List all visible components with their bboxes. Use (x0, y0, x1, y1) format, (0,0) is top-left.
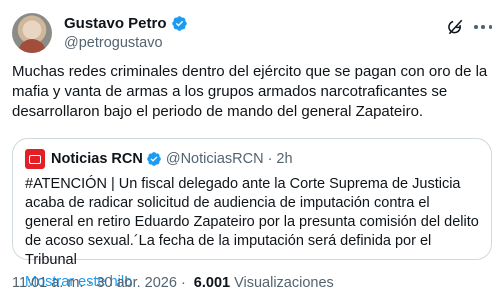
tweet-card: Gustavo Petro @petrogustavo Muchas redes… (0, 0, 504, 308)
avatar[interactable] (12, 13, 52, 53)
quoted-timestamp[interactable]: 2h (276, 151, 292, 167)
author-display-name[interactable]: Gustavo Petro (64, 15, 167, 32)
tweet-meta: 11:01 a. m. · 30 abr. 2026 · 6.001 Visua… (12, 275, 334, 291)
tweet-header: Gustavo Petro @petrogustavo (12, 11, 492, 53)
verified-badge-icon (147, 152, 161, 166)
more-dot (481, 25, 485, 29)
display-name-row: Gustavo Petro (64, 14, 188, 32)
quoted-avatar[interactable] (25, 149, 45, 169)
author-names: Gustavo Petro @petrogustavo (64, 14, 188, 51)
quoted-display-name[interactable]: Noticias RCN (51, 151, 143, 167)
more-dot (488, 25, 492, 29)
author-handle[interactable]: @petrogustavo (64, 35, 188, 51)
more-dot (474, 25, 478, 29)
tweet-date[interactable]: 30 abr. 2026 (96, 275, 177, 291)
quoted-tweet[interactable]: Noticias RCN @NoticiasRCN · 2h #ATENCIÓN… (12, 138, 492, 290)
verified-badge-icon (171, 15, 187, 31)
tv-logo-icon (29, 154, 41, 164)
tweet-text: Muchas redes criminales dentro del ejérc… (12, 63, 488, 120)
meta-separator: · (180, 275, 186, 291)
meta-separator: · (87, 275, 93, 291)
tweet-time[interactable]: 11:01 a. m. (12, 275, 83, 291)
quoted-tweet-header: Noticias RCN @NoticiasRCN · 2h (25, 149, 479, 169)
views-label: Visualizaciones (234, 275, 334, 291)
quoted-dot-separator: · (267, 151, 273, 167)
grok-icon[interactable] (446, 18, 464, 36)
more-horizontal-icon[interactable] (474, 18, 492, 36)
quoted-handle[interactable]: @NoticiasRCN (166, 151, 264, 167)
views-count[interactable]: 6.001 (194, 275, 230, 291)
quoted-tweet-text: #ATENCIÓN | Un fiscal delegado ante la C… (25, 176, 479, 268)
